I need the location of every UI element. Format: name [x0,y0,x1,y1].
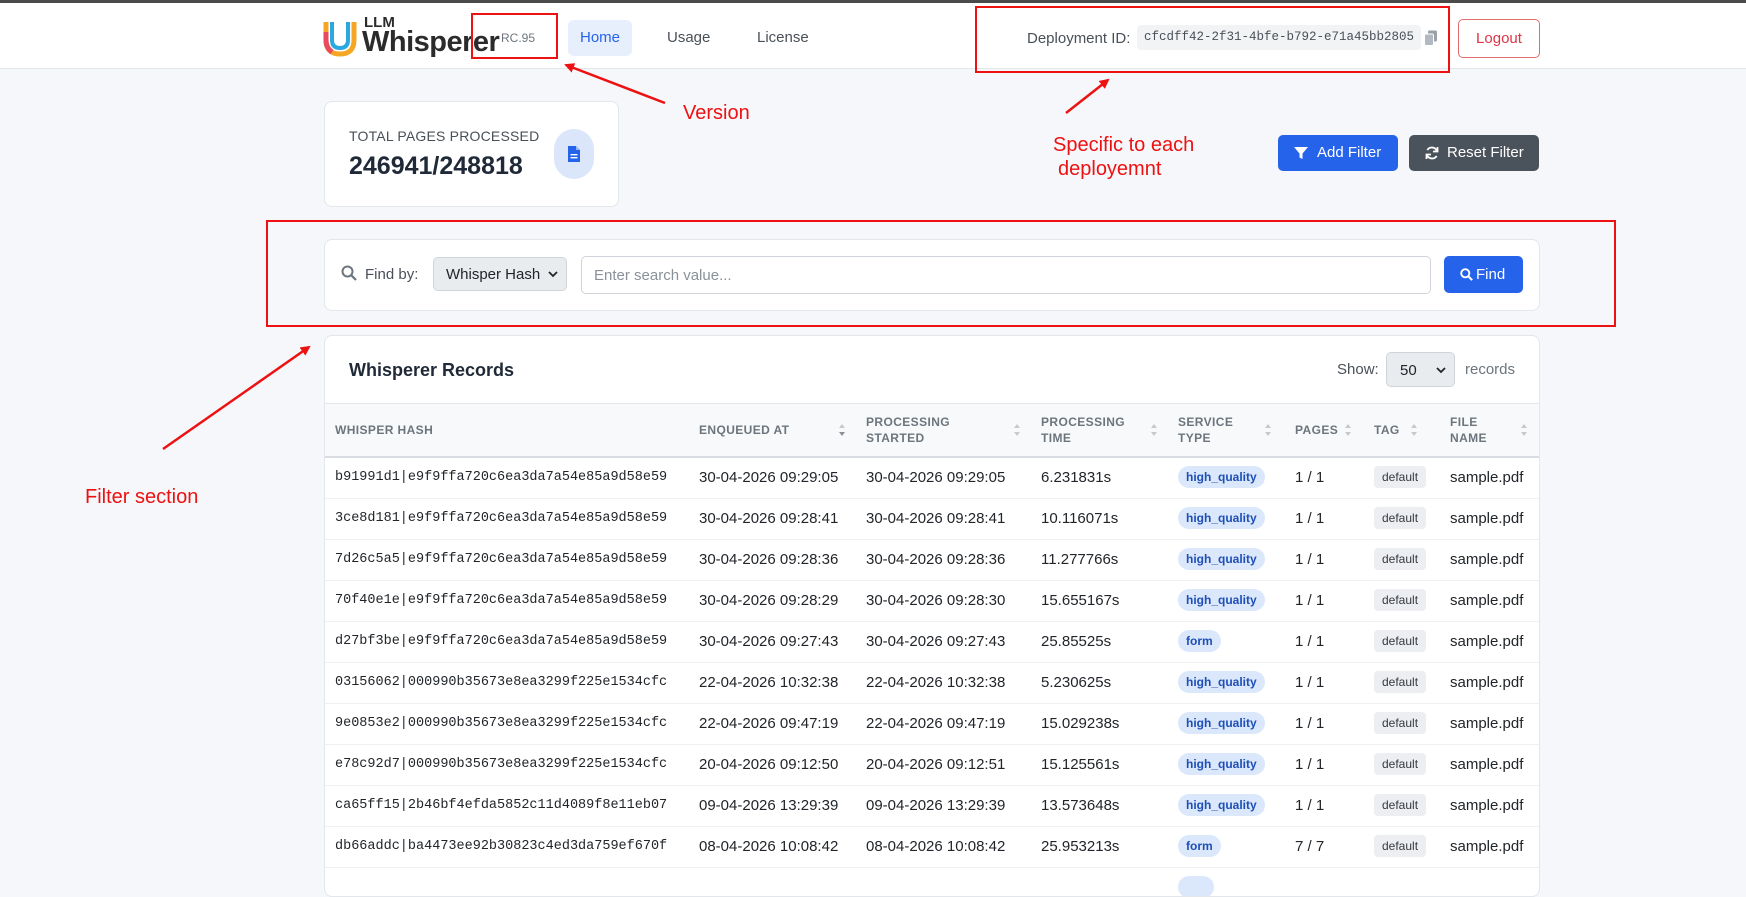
annotation-arrow-deployment [1065,78,1110,114]
annotation-arrow-version [564,63,666,105]
service-badge-partial [1178,876,1214,896]
annotation-arrow-filter [162,345,311,451]
annotation-arrows [162,63,1110,451]
